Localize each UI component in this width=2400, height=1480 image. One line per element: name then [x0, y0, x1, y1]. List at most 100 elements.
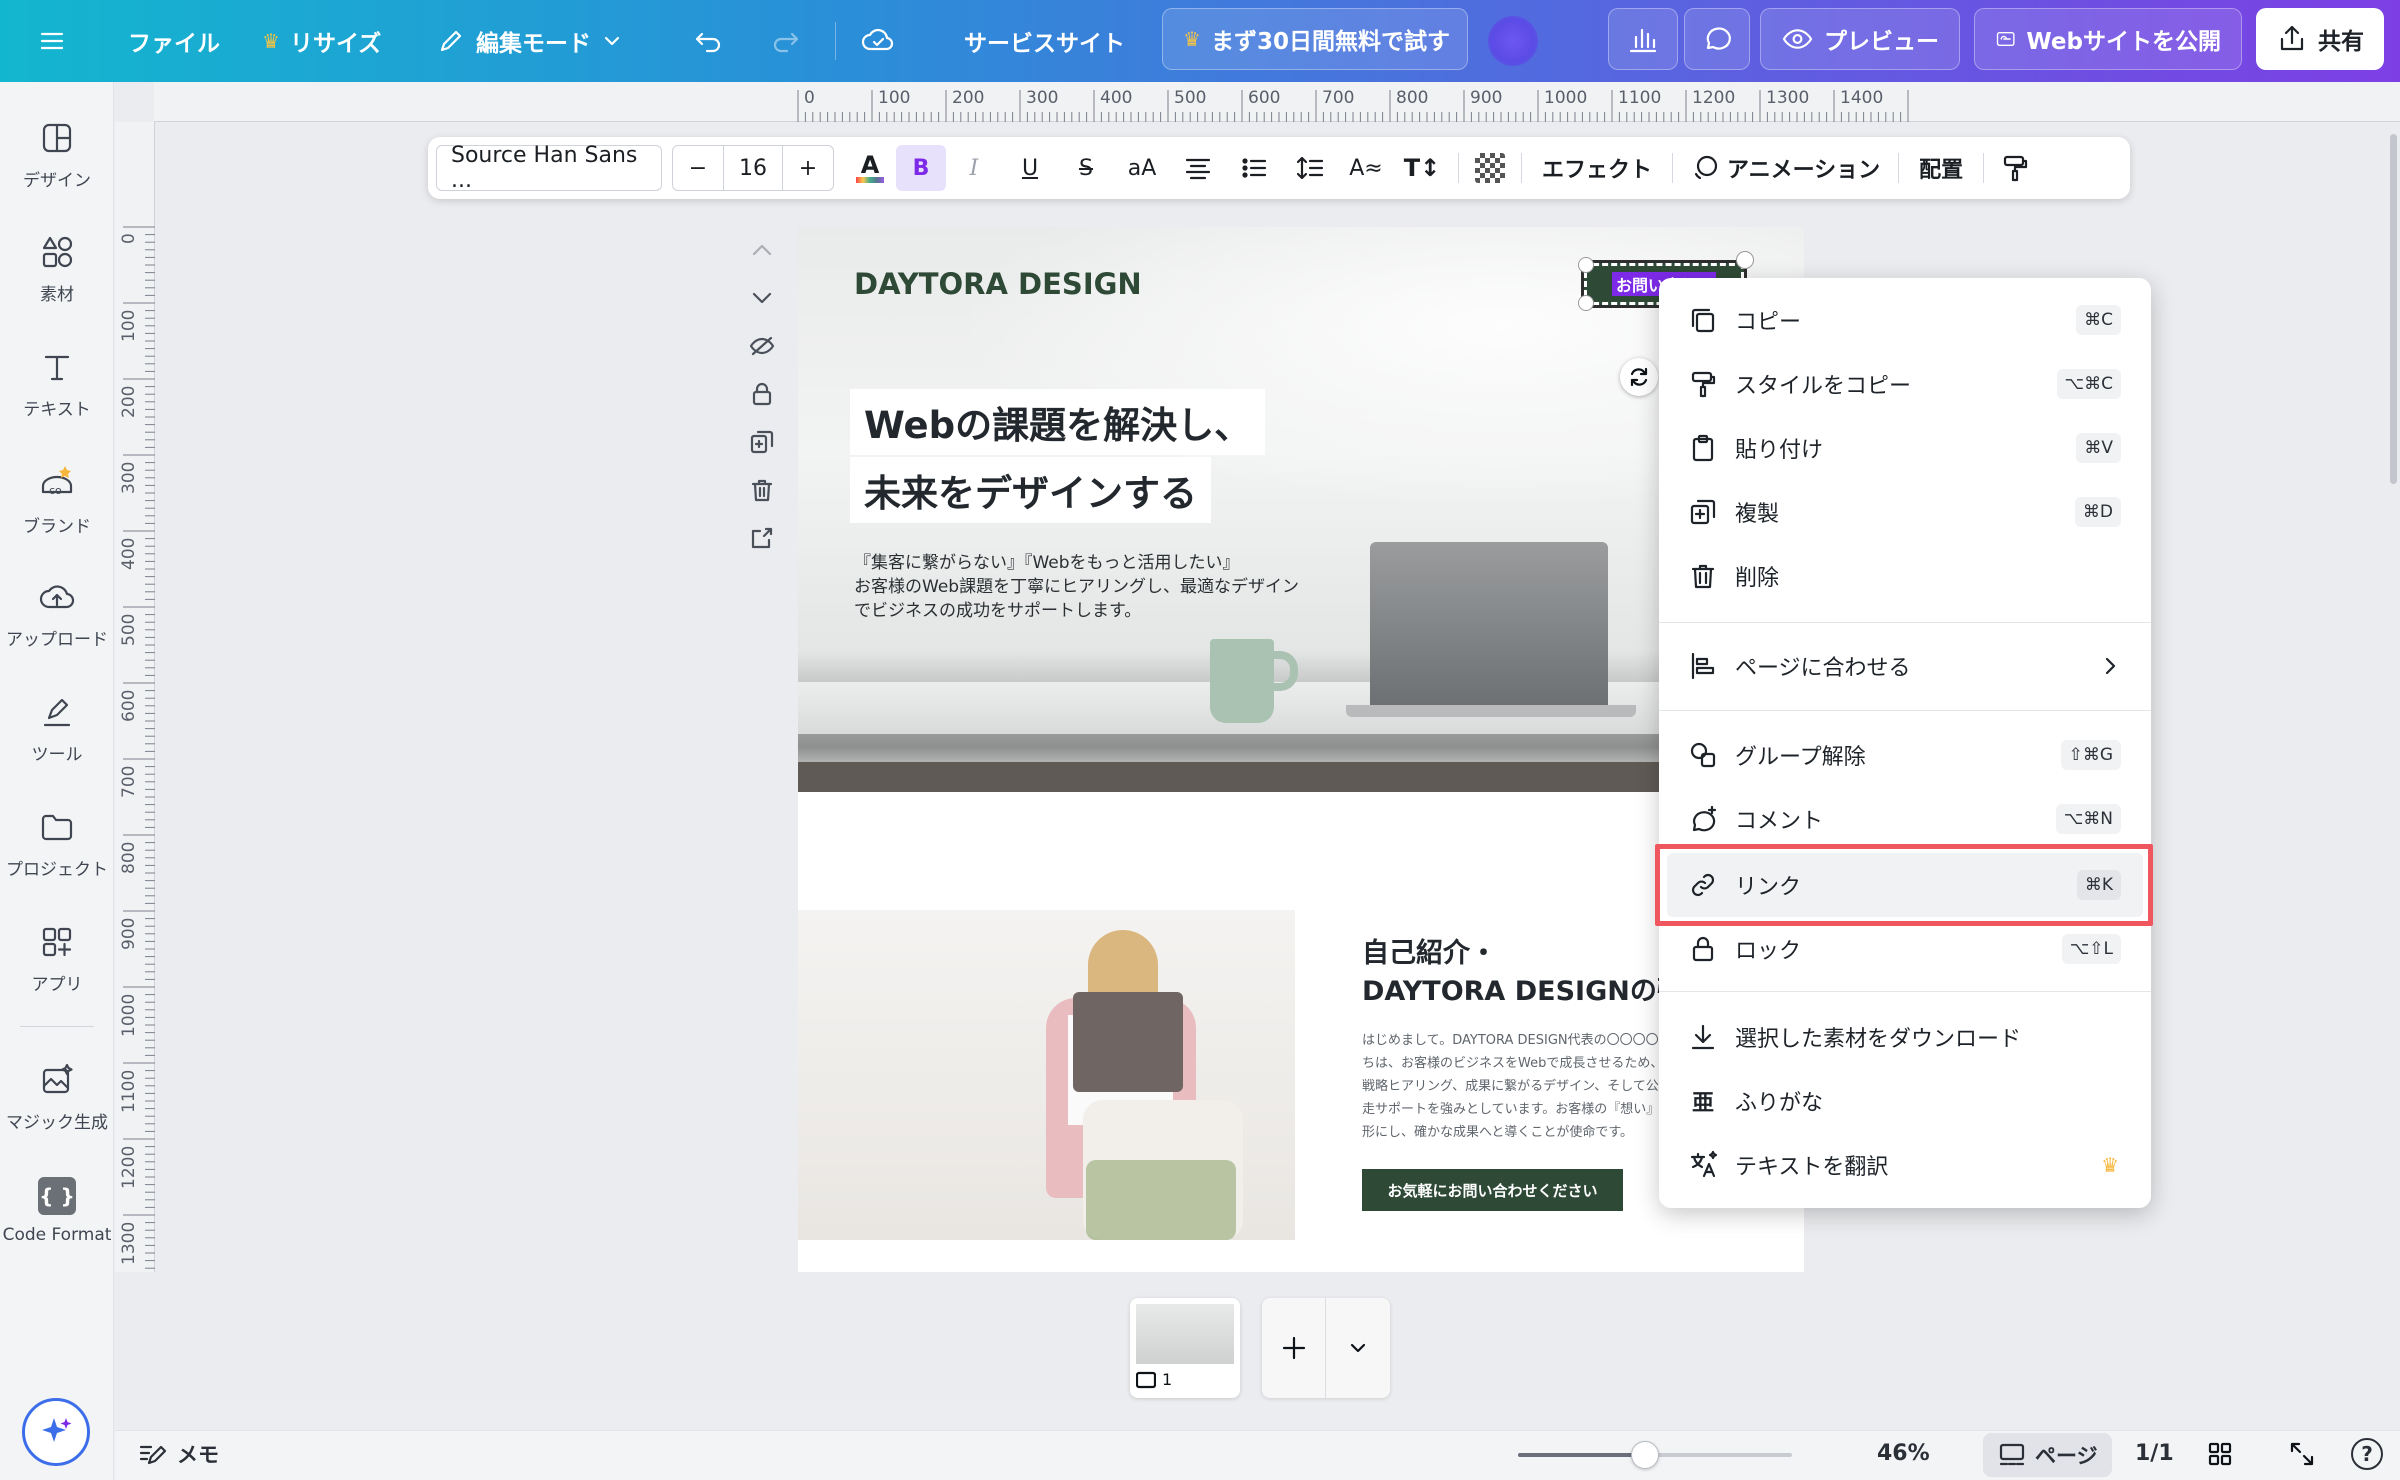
menu-item-link[interactable]: リンク ⌘K: [1667, 853, 2143, 917]
page-thumbnail[interactable]: 1: [1130, 1298, 1240, 1398]
vertical-text-button[interactable]: T↕: [1394, 145, 1450, 191]
menu-item-duplicate[interactable]: 複製 ⌘D: [1659, 480, 2151, 544]
zoom-value[interactable]: 46%: [1877, 1441, 1930, 1466]
spacing-button[interactable]: [1282, 145, 1338, 191]
rail-item-projects[interactable]: プロジェクト: [0, 809, 114, 880]
publish-button[interactable]: Webサイトを公開: [1974, 8, 2242, 70]
thumbnail-number: 1: [1162, 1370, 1173, 1389]
strikethrough-button[interactable]: S: [1058, 145, 1114, 191]
rail-item-design[interactable]: デザイン: [0, 120, 114, 191]
rail-item-tools[interactable]: ツール: [0, 694, 114, 765]
trial-button[interactable]: ♛ まず30日間無料で試す: [1162, 8, 1468, 70]
move-down-icon[interactable]: [748, 284, 776, 312]
menu-item-copy[interactable]: コピー ⌘C: [1659, 288, 2151, 352]
add-page-options-button[interactable]: [1326, 1298, 1390, 1398]
list-button[interactable]: [1226, 145, 1282, 191]
text-style-button[interactable]: A≈: [1338, 145, 1394, 191]
transparency-button[interactable]: [1467, 145, 1513, 191]
download-icon: [1691, 1024, 1715, 1050]
chevron-down-icon: [1350, 1343, 1366, 1353]
rail-label: アップロード: [6, 630, 108, 650]
font-family-select[interactable]: Source Han Sans ...: [436, 143, 662, 193]
preview-button[interactable]: プレビュー: [1760, 8, 1960, 70]
fullscreen-button[interactable]: [2287, 1439, 2317, 1469]
font-size-input[interactable]: 16: [723, 145, 783, 191]
brand-logo-text[interactable]: DAYTORA DESIGN: [854, 267, 1142, 301]
menu-item-comment[interactable]: コメント ⌥⌘N: [1659, 787, 2151, 851]
font-size-value: 16: [739, 155, 767, 181]
bold-button[interactable]: B: [896, 145, 946, 191]
magic-assistant-button[interactable]: [22, 1398, 90, 1466]
animation-button[interactable]: アニメーション: [1681, 145, 1890, 191]
position-button[interactable]: 配置: [1907, 145, 1975, 191]
notes-button[interactable]: メモ: [137, 1439, 219, 1469]
insights-button[interactable]: [1608, 8, 1678, 70]
font-size-increase-button[interactable]: +: [783, 145, 833, 191]
menu-item-ungroup[interactable]: グループ解除 ⇧⌘G: [1659, 723, 2151, 787]
file-menu[interactable]: ファイル: [128, 0, 220, 82]
duplicate-icon[interactable]: [748, 428, 776, 456]
font-size-decrease-button[interactable]: −: [673, 145, 723, 191]
italic-button[interactable]: I: [946, 145, 1002, 191]
folder-icon: [41, 814, 73, 841]
vertical-scrollbar[interactable]: [2390, 134, 2397, 484]
cta-button[interactable]: お気軽にお問い合わせください: [1362, 1169, 1623, 1211]
menu-item-align-to-page[interactable]: ページに合わせる: [1659, 634, 2151, 698]
rotate-handle[interactable]: [1620, 358, 1658, 396]
file-label: ファイル: [128, 31, 220, 57]
menu-item-delete[interactable]: 削除: [1659, 544, 2151, 608]
menu-item-translate[interactable]: テキストを翻訳 ♛: [1659, 1133, 2151, 1197]
headline-line-1[interactable]: Webの課題を解決し、: [850, 389, 1266, 455]
hero-body-text[interactable]: 『集客に繋がらない』『Webをもっと活用したい』 お客様のWeb課題を丁寧にヒア…: [854, 551, 1299, 623]
trash-icon[interactable]: [748, 476, 776, 504]
undo-button[interactable]: [692, 0, 726, 82]
copy-style-button[interactable]: [1992, 145, 2038, 191]
rail-item-code-format[interactable]: { } Code Format: [0, 1177, 114, 1245]
move-up-icon[interactable]: [748, 236, 776, 264]
hide-icon[interactable]: [748, 332, 776, 360]
menu-item-furigana[interactable]: 亜 ふりがな: [1659, 1069, 2151, 1133]
menu-item-paste[interactable]: 貼り付け ⌘V: [1659, 416, 2151, 480]
text-color-button[interactable]: A: [844, 145, 896, 191]
align-button[interactable]: [1170, 145, 1226, 191]
avatar[interactable]: [1488, 16, 1538, 66]
design-page[interactable]: DAYTORA DESIGN お問い合わせ Webの課題を解決し、 未来をデザイ…: [798, 227, 1804, 1272]
menu-item-download-selection[interactable]: 選択した素材をダウンロード: [1659, 1005, 2151, 1069]
rail-item-magic-media[interactable]: マジック生成: [0, 1062, 114, 1133]
grid-view-button[interactable]: [2205, 1439, 2235, 1469]
resize-button[interactable]: ♛ リサイズ: [262, 0, 381, 82]
menu-item-lock[interactable]: ロック ⌥⇧L: [1659, 917, 2151, 981]
save-status[interactable]: [860, 0, 896, 82]
page-count[interactable]: 1/1: [2135, 1441, 2174, 1466]
redo-button[interactable]: [768, 0, 802, 82]
add-page-icon[interactable]: [748, 524, 776, 552]
rail-item-upload[interactable]: アップロード: [0, 579, 114, 650]
menu-item-copy-style[interactable]: スタイルをコピー ⌥⌘C: [1659, 352, 2151, 416]
effects-button[interactable]: エフェクト: [1530, 145, 1664, 191]
rail-item-apps[interactable]: アプリ: [0, 924, 114, 995]
about-body-text[interactable]: はじめまして。DAYTORA DESIGN代表の〇〇〇〇で ちは、お客様のビジネ…: [1362, 1029, 1672, 1144]
edit-mode-button[interactable]: 編集モード: [436, 0, 623, 82]
rail-item-elements[interactable]: 素材: [0, 234, 114, 305]
hero-body-line: でビジネスの成功をサポートします。: [854, 601, 1142, 621]
resize-handle[interactable]: [1578, 295, 1594, 311]
lock-icon[interactable]: [748, 380, 776, 408]
rail-label: テキスト: [23, 400, 91, 420]
share-button[interactable]: 共有: [2256, 8, 2384, 70]
headline-line-2[interactable]: 未来をデザインする: [850, 457, 1211, 523]
pages-toggle-button[interactable]: ページ: [1983, 1433, 2112, 1477]
comment-button[interactable]: [1684, 8, 1750, 70]
help-button[interactable]: ?: [2351, 1438, 2383, 1470]
add-page-button[interactable]: [1262, 1298, 1326, 1398]
menu-button[interactable]: [36, 0, 68, 82]
resize-handle[interactable]: [1736, 251, 1754, 269]
rail-item-text[interactable]: テキスト: [0, 349, 114, 420]
underline-button[interactable]: U: [1002, 145, 1058, 191]
resize-handle[interactable]: [1578, 257, 1594, 273]
ruler-label: 1100: [1618, 88, 1662, 108]
zoom-slider-thumb[interactable]: [1631, 1441, 1659, 1469]
rail-item-brand[interactable]: co ブランド: [0, 464, 114, 537]
service-site-title[interactable]: サービスサイト: [964, 0, 1125, 82]
letter-case-button[interactable]: aA: [1114, 145, 1170, 191]
ruler-label: 600: [119, 689, 139, 722]
